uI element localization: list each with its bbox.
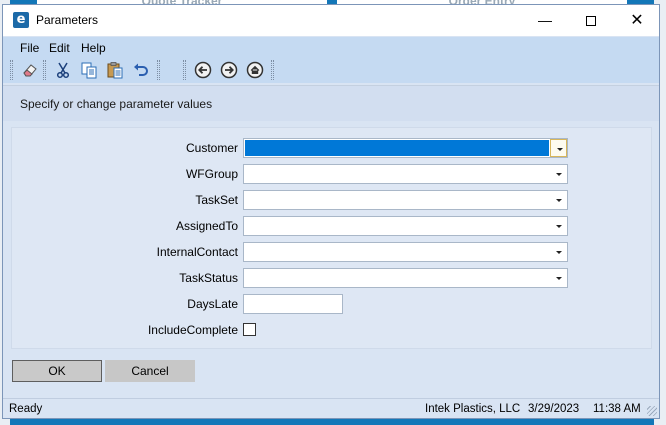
window-title: Parameters xyxy=(36,13,99,27)
customer-value xyxy=(245,140,549,156)
cut-button[interactable] xyxy=(53,60,73,80)
includecomplete-label: IncludeComplete xyxy=(147,323,238,337)
title-bar[interactable]: e Parameters — ✕ xyxy=(3,5,659,36)
back-button[interactable] xyxy=(193,60,213,80)
field-row-dayslate: DaysLate xyxy=(12,294,653,314)
wfgroup-label: WFGroup xyxy=(185,167,238,181)
internalcontact-combo[interactable] xyxy=(243,242,568,262)
forward-button[interactable] xyxy=(219,60,239,80)
toolbar-grip[interactable] xyxy=(43,60,46,80)
parameter-panel: Customer WFGroup TaskSet AssignedTo Inte… xyxy=(11,127,652,349)
dayslate-label: DaysLate xyxy=(187,297,238,311)
cancel-button[interactable]: Cancel xyxy=(105,360,195,382)
status-company: Intek Plastics, LLC xyxy=(425,403,521,415)
dayslate-input[interactable] xyxy=(243,294,343,314)
home-button[interactable] xyxy=(245,60,265,80)
field-row-assignedto: AssignedTo xyxy=(12,216,653,236)
chevron-down-icon[interactable] xyxy=(550,139,567,157)
status-state: Ready xyxy=(9,403,43,415)
internalcontact-label: InternalContact xyxy=(156,245,238,259)
epicor-e-icon: e xyxy=(13,12,29,28)
taskset-value xyxy=(245,192,549,208)
customer-combo[interactable] xyxy=(243,138,568,158)
field-row-internalcontact: InternalContact xyxy=(12,242,653,262)
taskstatus-value xyxy=(245,270,549,286)
maximize-icon xyxy=(586,16,596,27)
internalcontact-value xyxy=(245,244,549,260)
undo-icon xyxy=(134,63,148,76)
field-row-wfgroup: WFGroup xyxy=(12,164,653,184)
eraser-button[interactable] xyxy=(20,60,40,80)
chevron-down-icon[interactable] xyxy=(550,269,567,287)
maximize-button[interactable] xyxy=(568,5,614,36)
parameters-dialog: e Parameters — ✕ File Edit Help Specify … xyxy=(2,4,660,419)
resize-grip[interactable] xyxy=(647,406,657,416)
menu-file[interactable]: File xyxy=(20,41,39,55)
assignedto-combo[interactable] xyxy=(243,216,568,236)
chevron-down-icon[interactable] xyxy=(550,217,567,235)
home-icon xyxy=(246,61,264,79)
chevron-down-icon[interactable] xyxy=(550,191,567,209)
back-icon xyxy=(194,61,212,79)
status-time: 11:38 AM xyxy=(593,403,641,415)
field-row-taskset: TaskSet xyxy=(12,190,653,210)
wfgroup-value xyxy=(245,166,549,182)
toolbar-grip[interactable] xyxy=(183,60,186,80)
menu-edit[interactable]: Edit xyxy=(49,41,70,55)
toolbar-grip[interactable] xyxy=(10,60,13,80)
status-bar: Ready Intek Plastics, LLC 3/29/2023 11:3… xyxy=(3,398,659,418)
assignedto-label: AssignedTo xyxy=(175,219,238,233)
minimize-button[interactable]: — xyxy=(522,5,568,36)
includecomplete-checkbox[interactable] xyxy=(243,323,256,336)
status-date: 3/29/2023 xyxy=(528,403,580,415)
copy-button[interactable] xyxy=(79,60,99,80)
cut-icon xyxy=(56,62,70,79)
forward-icon xyxy=(220,61,238,79)
copy-icon xyxy=(81,62,97,79)
menu-bar: File Edit Help xyxy=(3,37,659,57)
assignedto-value xyxy=(245,218,549,234)
ok-button[interactable]: OK xyxy=(12,360,102,382)
field-row-customer: Customer xyxy=(12,138,653,158)
undo-button[interactable] xyxy=(131,60,151,80)
customer-label: Customer xyxy=(185,141,238,155)
close-button[interactable]: ✕ xyxy=(614,5,660,36)
paste-button[interactable] xyxy=(105,60,125,80)
chevron-down-icon[interactable] xyxy=(550,165,567,183)
taskstatus-combo[interactable] xyxy=(243,268,568,288)
taskstatus-label: TaskStatus xyxy=(179,271,238,285)
taskset-label: TaskSet xyxy=(195,193,238,207)
toolbar-grip[interactable] xyxy=(157,60,160,80)
field-row-includecomplete: IncludeComplete xyxy=(12,320,653,340)
field-row-taskstatus: TaskStatus xyxy=(12,268,653,288)
menu-help[interactable]: Help xyxy=(81,41,106,55)
eraser-icon xyxy=(23,64,37,77)
taskset-combo[interactable] xyxy=(243,190,568,210)
toolbar xyxy=(3,57,659,83)
chevron-down-icon[interactable] xyxy=(550,243,567,261)
instruction-header: Specify or change parameter values xyxy=(3,85,659,121)
wfgroup-combo[interactable] xyxy=(243,164,568,184)
instruction-text: Specify or change parameter values xyxy=(20,97,213,111)
paste-icon xyxy=(107,62,123,79)
toolbar-grip[interactable] xyxy=(271,60,274,80)
